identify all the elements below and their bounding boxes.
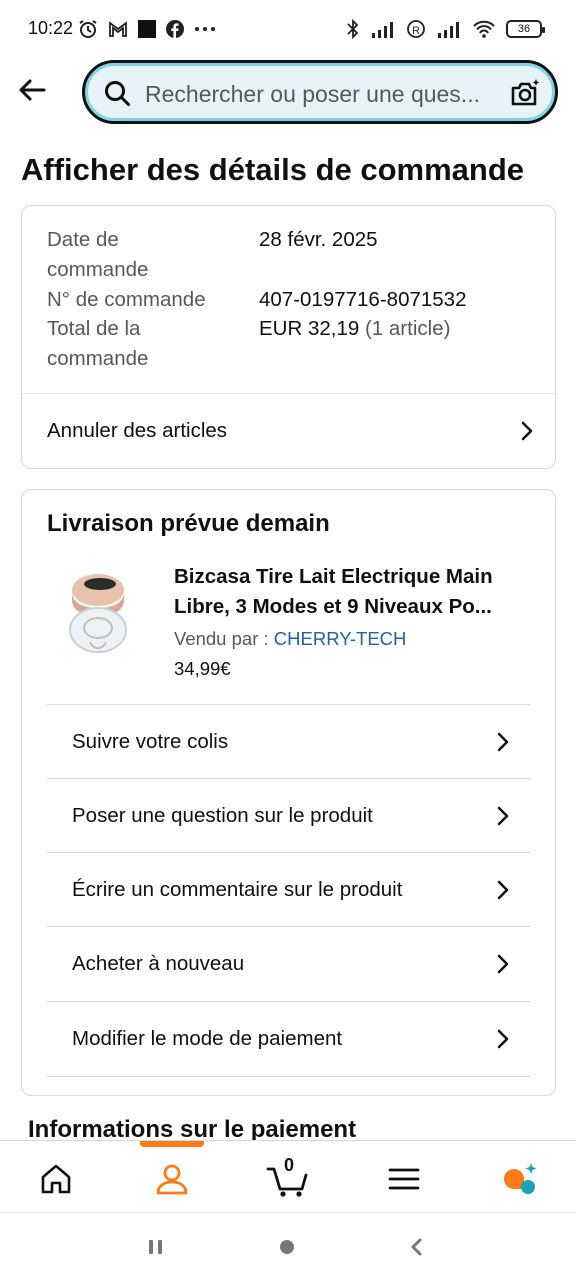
product-title-line2: Libre, 3 Modes et 9 Niveaux Po... xyxy=(174,595,492,618)
rufus-icon[interactable] xyxy=(500,1159,540,1199)
action-label: Poser une question sur le produit xyxy=(72,804,373,827)
cancel-items-link[interactable]: Annuler des articles xyxy=(22,394,555,468)
product-title-line1: Bizcasa Tire Lait Electrique Main xyxy=(174,565,493,588)
change-payment-link[interactable]: Modifier le mode de paiement xyxy=(47,1002,530,1076)
search-header: Rechercher ou poser une ques... xyxy=(0,60,576,130)
page-title: Afficher des détails de commande xyxy=(21,152,525,187)
roaming-icon: R xyxy=(407,20,425,38)
status-bar: 10:22 R 36 xyxy=(0,0,576,60)
chevron-right-icon xyxy=(497,880,509,900)
order-total-amount: EUR 32,19 xyxy=(259,317,360,340)
divider xyxy=(47,1076,530,1077)
chevron-right-icon xyxy=(497,1029,509,1049)
delivery-card: Livraison prévue demain Bizcasa Tire Lai… xyxy=(21,489,556,1096)
order-total-items: (1 article) xyxy=(364,317,451,340)
gmail-icon xyxy=(109,21,127,37)
order-total-label-line1: Total de la xyxy=(47,317,141,340)
order-date-value: 28 févr. 2025 xyxy=(259,228,378,251)
order-summary-card: Date de commande 28 févr. 2025 N° de com… xyxy=(21,205,556,469)
ask-question-link[interactable]: Poser une question sur le produit xyxy=(47,779,530,853)
back-button-icon[interactable] xyxy=(405,1235,429,1259)
product-title[interactable]: Bizcasa Tire Lait Electrique Main Libre,… xyxy=(174,562,524,622)
product-price: 34,99€ xyxy=(174,658,231,679)
wifi-icon xyxy=(473,20,495,38)
track-package-link[interactable]: Suivre votre colis xyxy=(47,705,530,779)
action-label: Suivre votre colis xyxy=(72,730,229,753)
signal-icon xyxy=(372,22,393,38)
action-label: Acheter à nouveau xyxy=(72,952,245,975)
action-label: Écrire un commentaire sur le produit xyxy=(72,878,403,901)
order-number-label: N° de commande xyxy=(47,288,206,311)
active-tab-indicator xyxy=(140,1141,204,1147)
order-total-label: Total de la commande xyxy=(47,314,148,374)
chevron-right-icon xyxy=(521,421,533,441)
menu-icon[interactable] xyxy=(384,1159,424,1199)
order-date-label-line1: Date de xyxy=(47,228,119,251)
svg-text:R: R xyxy=(412,25,420,37)
chevron-right-icon xyxy=(497,806,509,826)
sold-by-label: Vendu par : xyxy=(174,628,274,649)
chevron-right-icon xyxy=(497,954,509,974)
status-right-icons: R 36 xyxy=(346,17,545,41)
status-left-icons xyxy=(78,17,216,41)
search-placeholder: Rechercher ou poser une ques... xyxy=(145,81,480,107)
search-icon xyxy=(105,81,130,106)
write-review-link[interactable]: Écrire un commentaire sur le produit xyxy=(47,853,530,927)
cart-count: 0 xyxy=(284,1155,295,1175)
bottom-nav: 0 xyxy=(0,1140,576,1212)
order-total-label-line2: commande xyxy=(47,347,149,370)
back-arrow-icon[interactable] xyxy=(14,72,50,108)
recent-apps-icon[interactable] xyxy=(144,1235,168,1259)
buy-again-link[interactable]: Acheter à nouveau xyxy=(47,927,530,1001)
delivery-title: Livraison prévue demain xyxy=(47,510,330,537)
order-total-value: EUR 32,19 (1 article) xyxy=(259,314,450,344)
camera-search-icon[interactable] xyxy=(509,77,541,109)
system-nav-bar xyxy=(0,1212,576,1280)
bluetooth-icon xyxy=(347,19,359,39)
battery-indicator: 36 xyxy=(506,20,545,38)
signal-icon-2 xyxy=(438,22,459,38)
facebook-icon xyxy=(166,20,184,38)
sold-by: Vendu par : CHERRY-TECH xyxy=(174,628,406,650)
chevron-right-icon xyxy=(497,732,509,752)
account-icon[interactable] xyxy=(152,1159,192,1199)
seller-link[interactable]: CHERRY-TECH xyxy=(274,628,407,649)
product-image[interactable] xyxy=(58,570,138,660)
cancel-items-label: Annuler des articles xyxy=(47,419,228,442)
order-number-value: 407-0197716-8071532 xyxy=(259,288,467,311)
notification-square-icon xyxy=(138,20,156,38)
status-time: 10:22 xyxy=(28,18,74,38)
action-label: Modifier le mode de paiement xyxy=(72,1027,343,1050)
home-icon[interactable] xyxy=(36,1159,76,1199)
more-notifications-icon xyxy=(195,27,215,31)
order-date-label: Date de commande xyxy=(47,225,148,285)
search-input[interactable]: Rechercher ou poser une ques... xyxy=(82,60,558,124)
home-button-icon[interactable] xyxy=(275,1235,299,1259)
order-date-label-line2: commande xyxy=(47,258,149,281)
alarm-icon xyxy=(79,20,97,38)
